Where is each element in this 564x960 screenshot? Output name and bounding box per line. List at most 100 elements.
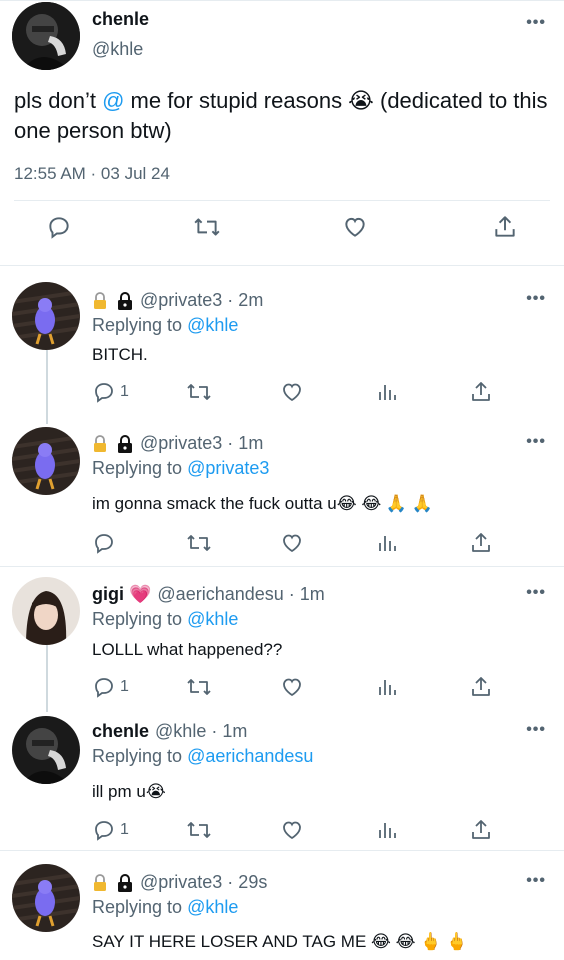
reply-author-name[interactable]: gigi 💗	[92, 584, 151, 605]
like-button[interactable]	[280, 380, 304, 404]
analytics-button[interactable]	[376, 675, 398, 699]
like-button[interactable]	[342, 214, 368, 240]
replying-label: Replying to	[92, 897, 188, 917]
reply-button[interactable]: 1	[92, 675, 129, 699]
reply-icon	[95, 534, 113, 554]
reply-handle-time[interactable]: @aerichandesu · 1m	[157, 584, 324, 605]
retweet-icon	[187, 679, 211, 695]
replying-to-link[interactable]: @khle	[187, 897, 238, 917]
more-icon[interactable]: •••	[526, 14, 546, 32]
share-button[interactable]	[469, 818, 493, 842]
share-button[interactable]	[469, 531, 493, 555]
reply-text: ill pm u😭	[92, 782, 166, 801]
like-button[interactable]	[280, 818, 304, 842]
share-button[interactable]	[469, 380, 493, 404]
lock-icon	[92, 434, 134, 453]
analytics-button[interactable]	[376, 818, 398, 842]
reply-header: @private3 · 29s	[92, 872, 267, 893]
like-icon	[283, 383, 301, 402]
avatar[interactable]	[12, 716, 80, 784]
reply-count: 1	[120, 821, 129, 838]
retweet-button[interactable]	[186, 675, 212, 699]
analytics-icon	[379, 536, 396, 551]
lock-icon	[118, 434, 132, 453]
avatar[interactable]	[12, 427, 80, 495]
share-icon	[472, 677, 490, 696]
retweet-button[interactable]	[193, 214, 221, 240]
like-button[interactable]	[280, 675, 304, 699]
share-button[interactable]	[492, 214, 518, 240]
avatar[interactable]	[12, 577, 80, 645]
reply-button[interactable]	[92, 531, 116, 555]
reply-text: SAY IT HERE LOSER AND TAG ME 😂 😂 🖕 🖕	[92, 932, 468, 951]
author-name[interactable]: chenle	[92, 9, 149, 30]
share-icon	[495, 216, 515, 237]
replying-to-link[interactable]: @khle	[187, 315, 238, 335]
replying-label: Replying to	[92, 315, 188, 335]
analytics-button[interactable]	[376, 380, 398, 404]
replying-to: Replying to @khle	[92, 609, 238, 630]
reply-icon	[95, 821, 113, 841]
replying-to: Replying to @private3	[92, 458, 269, 479]
reply-author-name[interactable]: chenle	[92, 721, 149, 742]
share-button[interactable]	[469, 675, 493, 699]
more-icon[interactable]: •••	[526, 721, 546, 739]
reply-text: BITCH.	[92, 345, 148, 364]
more-icon[interactable]: •••	[526, 433, 546, 451]
reply-tweet: @private3 · 1m ••• Replying to @private3…	[0, 425, 564, 567]
reply-button[interactable]: 1	[92, 818, 129, 842]
share-icon	[472, 820, 490, 839]
reply-icon	[95, 383, 113, 403]
reply-handle-time[interactable]: @private3 · 2m	[140, 290, 263, 311]
avatar-image	[12, 427, 80, 495]
avatar-image	[12, 716, 80, 784]
replying-to-link[interactable]: @private3	[187, 458, 269, 478]
more-icon[interactable]: •••	[526, 584, 546, 602]
main-action-bar	[0, 214, 564, 254]
retweet-icon	[187, 384, 211, 400]
reply-handle-time[interactable]: @khle · 1m	[155, 721, 247, 742]
avatar[interactable]	[12, 864, 80, 932]
more-icon[interactable]: •••	[526, 290, 546, 308]
analytics-icon	[379, 823, 396, 838]
avatar[interactable]	[12, 2, 80, 70]
reply-button[interactable]: 1	[92, 380, 129, 404]
share-icon	[472, 533, 490, 552]
reply-header: @private3 · 2m	[92, 290, 263, 311]
retweet-button[interactable]	[186, 531, 212, 555]
reply-button[interactable]	[46, 214, 72, 240]
avatar-image	[12, 864, 80, 932]
replying-label: Replying to	[92, 458, 188, 478]
reply-icon	[95, 678, 113, 698]
reply-handle-time[interactable]: @private3 · 29s	[140, 872, 267, 893]
mention-link[interactable]: @	[102, 88, 124, 113]
like-icon	[283, 534, 301, 553]
tweet-text: pls don’t @ me for stupid reasons 😭 (ded…	[14, 86, 554, 146]
reply-handle-time[interactable]: @private3 · 1m	[140, 433, 263, 454]
replying-to: Replying to @khle	[92, 315, 238, 336]
reply-tweet: chenle @khle · 1m ••• Replying to @aeric…	[0, 714, 564, 851]
avatar[interactable]	[12, 282, 80, 350]
author-handle[interactable]: @khle	[92, 39, 143, 60]
tweet-timestamp[interactable]: 12:55 AM · 03 Jul 24	[14, 164, 170, 184]
tweet-text-part: pls don’t	[14, 88, 103, 113]
like-icon	[283, 821, 301, 840]
divider	[14, 200, 550, 201]
retweet-button[interactable]	[186, 818, 212, 842]
retweet-icon	[194, 218, 220, 236]
replying-to-link[interactable]: @aerichandesu	[187, 746, 313, 766]
replying-to-link[interactable]: @khle	[187, 609, 238, 629]
replying-label: Replying to	[92, 609, 188, 629]
reply-tweet: gigi 💗 @aerichandesu · 1m ••• Replying t…	[0, 577, 564, 712]
analytics-icon	[379, 385, 396, 400]
replying-to: Replying to @aerichandesu	[92, 746, 313, 767]
reply-action-bar: 1	[0, 380, 564, 410]
more-icon[interactable]: •••	[526, 872, 546, 890]
reply-action-bar: 1	[0, 675, 564, 705]
like-button[interactable]	[280, 531, 304, 555]
reply-tweet: @private3 · 2m ••• Replying to @khle BIT…	[0, 282, 564, 424]
analytics-button[interactable]	[376, 531, 398, 555]
retweet-button[interactable]	[186, 380, 212, 404]
retweet-icon	[187, 822, 211, 838]
avatar-image	[12, 282, 80, 350]
